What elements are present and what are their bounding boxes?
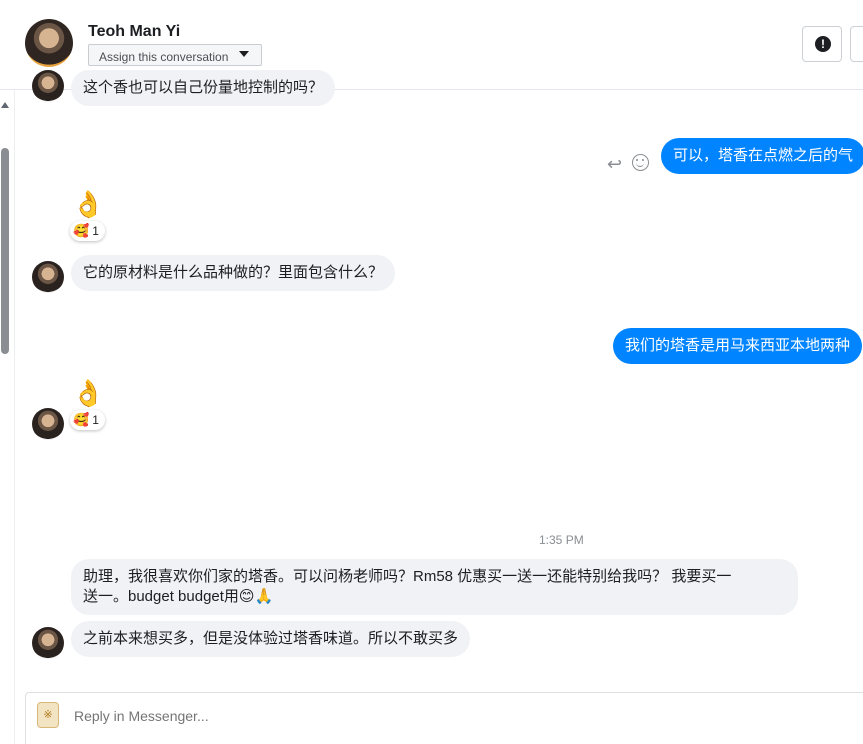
sender-avatar: [32, 408, 64, 440]
page-avatar-icon: ※: [37, 702, 59, 728]
message-outgoing[interactable]: 我们的塔香是用马来西亚本地两种: [613, 328, 863, 364]
sender-avatar: [32, 627, 64, 659]
ok-hand-emoji-message[interactable]: 👌: [72, 380, 104, 406]
reply-composer[interactable]: ※: [25, 692, 863, 744]
message-incoming[interactable]: 它的原材料是什么品种做的？里面包含什么？: [71, 255, 396, 291]
message-outgoing[interactable]: 可以，塔香在点燃之后的气: [661, 138, 863, 174]
reaction-count: 1: [92, 413, 99, 427]
reaction-count: 1: [92, 224, 99, 238]
scrollbar-thumb[interactable]: [1, 148, 9, 354]
contact-avatar[interactable]: [25, 19, 73, 67]
sender-avatar: [32, 70, 64, 102]
message-text: 之前本来想买多，但是没体验过塔香味道。所以不敢买多: [83, 630, 459, 647]
divider: [14, 90, 15, 744]
message-text-line: 助理，我很喜欢你们家的塔香。可以问杨老师吗？Rm58 优惠买一送一还能特别给我吗…: [83, 568, 732, 585]
message-incoming[interactable]: 这个香也可以自己份量地控制的吗？: [71, 70, 336, 106]
smiling-face-hearts-icon: 🥰: [73, 412, 90, 427]
exclamation-icon: !: [815, 36, 831, 52]
report-button[interactable]: !: [802, 26, 842, 62]
message-timestamp: 1:35 PM: [539, 533, 584, 547]
assign-conversation-dropdown[interactable]: Assign this conversation: [88, 44, 262, 66]
react-smiley-icon[interactable]: [632, 154, 649, 171]
scroll-up-arrow-icon[interactable]: [1, 102, 9, 108]
reaction-badge[interactable]: 🥰 1: [70, 221, 105, 241]
message-incoming[interactable]: 助理，我很喜欢你们家的塔香。可以问杨老师吗？Rm58 优惠买一送一还能特别给我吗…: [71, 559, 798, 615]
ok-hand-emoji-message[interactable]: 👌: [72, 191, 104, 217]
reaction-badge[interactable]: 🥰 1: [70, 410, 105, 430]
message-text: 它的原材料是什么品种做的？里面包含什么？: [83, 264, 384, 281]
caret-down-icon: [239, 51, 249, 57]
reply-icon[interactable]: ↩: [607, 154, 622, 175]
smiling-face-hearts-icon: 🥰: [73, 223, 90, 238]
message-incoming[interactable]: 之前本来想买多，但是没体验过塔香味道。所以不敢买多: [71, 621, 471, 657]
message-text: 这个香也可以自己份量地控制的吗？: [83, 79, 324, 96]
more-actions-button[interactable]: [850, 26, 863, 62]
message-text: 可以，塔香在点燃之后的气: [673, 147, 854, 164]
reply-input[interactable]: [74, 708, 674, 724]
assign-label: Assign this conversation: [99, 50, 229, 64]
contact-name[interactable]: Teoh Man Yi: [88, 23, 180, 41]
message-text-line: 送一。budget budget用😊🙏: [83, 588, 274, 605]
message-text: 我们的塔香是用马来西亚本地两种: [625, 337, 851, 354]
sender-avatar: [32, 261, 64, 293]
